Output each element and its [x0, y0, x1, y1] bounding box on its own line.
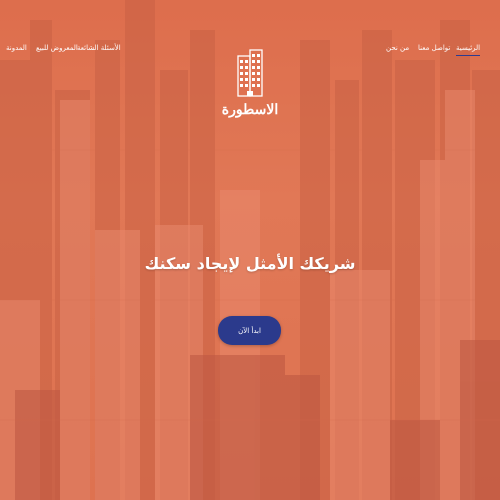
nav-item-for-sale[interactable]: المعروض للبيع [36, 44, 78, 52]
building-icon [237, 49, 263, 97]
nav-item-faq[interactable]: الأسئلة الشائعة [77, 44, 121, 52]
logo-text: الاسطورة [221, 102, 279, 118]
nav-item-blog[interactable]: المدونة [6, 44, 27, 52]
nav-item-home[interactable]: الرئيسية [456, 44, 481, 56]
nav-item-contact[interactable]: تواصل معنا [418, 44, 450, 52]
nav-item-about[interactable]: من نحن [386, 44, 409, 52]
hero-tagline: شريكك الأمثل لإيجاد سكنك [144, 254, 356, 273]
site-logo[interactable]: الاسطورة [222, 48, 278, 140]
get-started-button[interactable]: ابدأ الآن [218, 316, 281, 345]
